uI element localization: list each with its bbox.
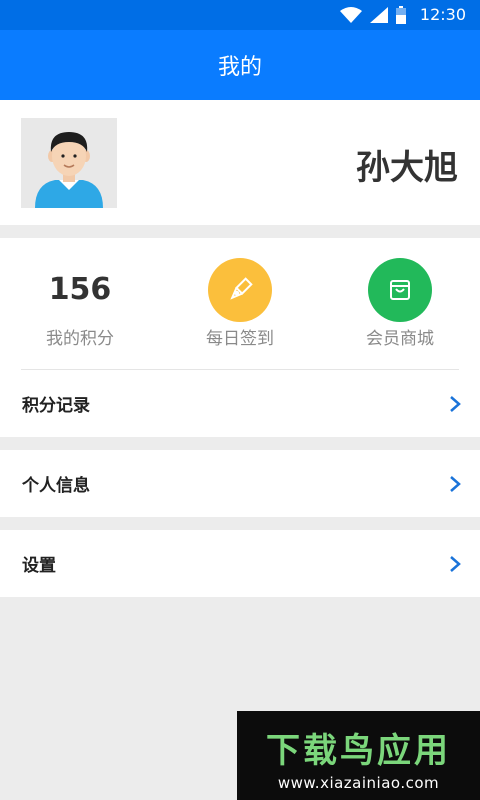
menu-item-points-record[interactable]: 积分记录 (0, 370, 480, 437)
chevron-right-icon (450, 555, 461, 572)
watermark: 下载鸟应用 www.xiazainiao.com (237, 711, 480, 800)
chevron-right-icon (450, 395, 461, 412)
user-name: 孙大旭 (356, 148, 458, 188)
points-label: 我的积分 (46, 329, 114, 349)
app-bar: 我的 (0, 30, 480, 100)
my-points[interactable]: 156 我的积分 (0, 238, 160, 368)
watermark-url: www.xiazainiao.com (277, 774, 440, 792)
mall-label: 会员商城 (366, 329, 434, 349)
watermark-title: 下载鸟应用 (266, 731, 451, 771)
menu-item-settings[interactable]: 设置 (0, 530, 480, 597)
status-time: 12:30 (419, 5, 466, 24)
user-avatar-icon[interactable] (21, 118, 117, 208)
points-value: 156 (48, 272, 112, 307)
status-bar: 12:30 (0, 0, 480, 30)
signal-icon (369, 7, 388, 23)
menu-item-label: 个人信息 (22, 476, 90, 496)
daily-checkin-button[interactable]: 每日签到 (160, 238, 320, 368)
menu-item-label: 积分记录 (22, 396, 90, 416)
shopping-bag-icon (368, 258, 432, 322)
menu-item-personal-info[interactable]: 个人信息 (0, 450, 480, 517)
wifi-icon (339, 7, 362, 23)
page-title: 我的 (217, 55, 262, 80)
chevron-right-icon (450, 475, 461, 492)
menu-item-label: 设置 (22, 556, 56, 576)
checkin-label: 每日签到 (206, 329, 274, 349)
pen-icon (208, 258, 272, 322)
profile-card[interactable]: 孙大旭 (0, 100, 480, 225)
battery-icon (395, 6, 406, 24)
member-mall-button[interactable]: 会员商城 (320, 238, 480, 368)
